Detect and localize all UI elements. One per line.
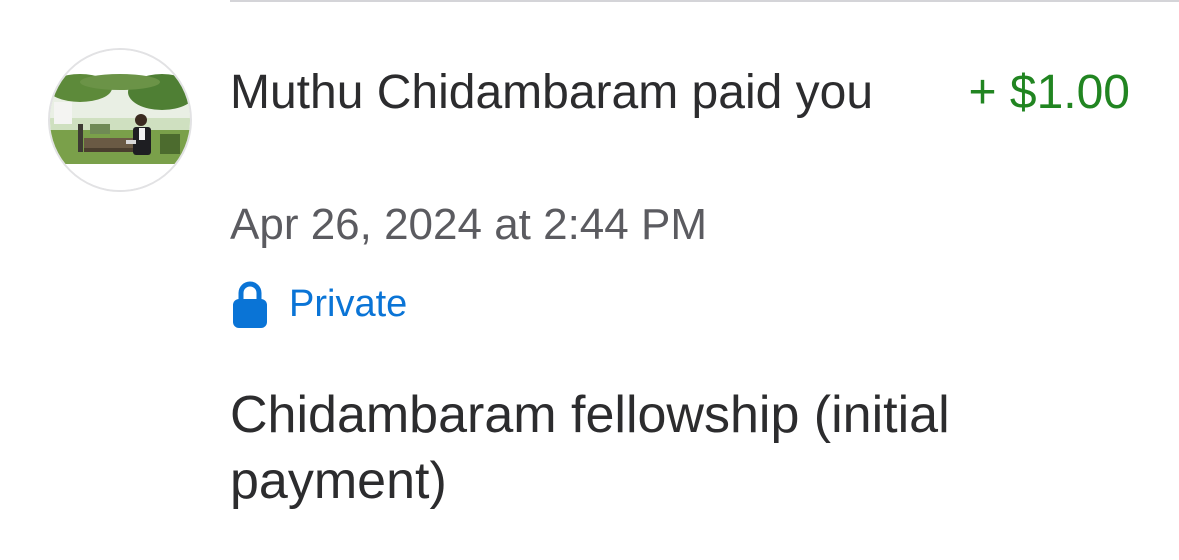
- payer-avatar[interactable]: [48, 48, 192, 192]
- payment-timestamp: Apr 26, 2024 at 2:44 PM: [230, 200, 707, 249]
- transaction-title: Muthu Chidambaram paid you: [230, 64, 910, 121]
- privacy-setting[interactable]: Private: [232, 276, 407, 332]
- top-divider: [230, 0, 1179, 2]
- privacy-label: Private: [289, 283, 408, 325]
- payer-name[interactable]: Muthu Chidambaram: [230, 66, 678, 119]
- payment-note: Chidambaram fellowship (initial payment): [230, 386, 950, 510]
- payment-recipient: you: [795, 66, 874, 119]
- payment-amount: + $1.00: [968, 66, 1130, 119]
- avatar-photo: [50, 50, 190, 190]
- lock-icon: [233, 281, 267, 328]
- payment-action: paid: [691, 66, 783, 119]
